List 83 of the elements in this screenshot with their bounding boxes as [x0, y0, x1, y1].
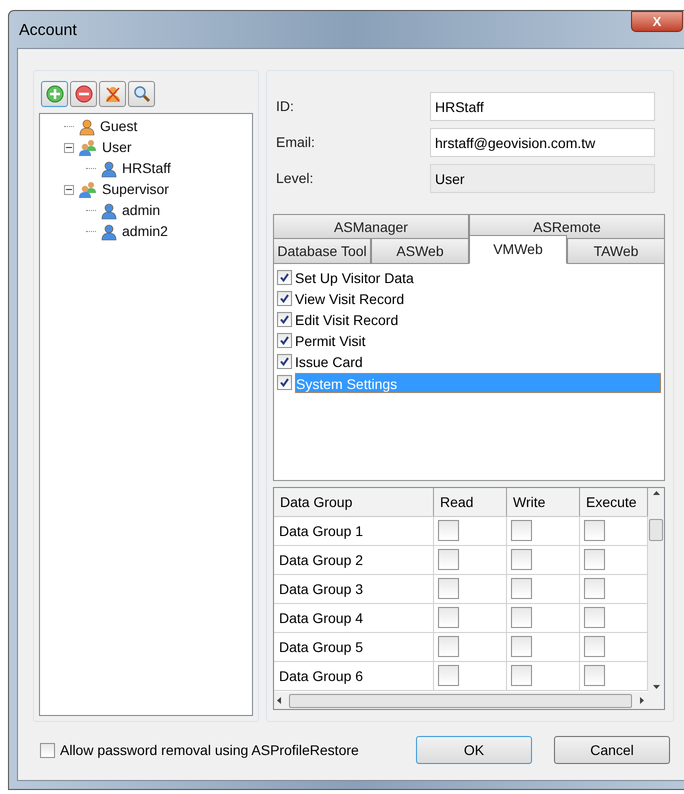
checkbox[interactable]: [277, 375, 292, 390]
permission-item[interactable]: Issue Card: [295, 352, 661, 372]
tree-item[interactable]: User: [102, 137, 132, 158]
tree-item[interactable]: Supervisor: [102, 179, 169, 200]
dialog-button[interactable]: OK: [416, 736, 532, 764]
remove-button[interactable]: [70, 81, 97, 107]
column-header: Data Group: [274, 488, 434, 516]
collapse-toggle[interactable]: [64, 184, 74, 194]
tab[interactable]: ASManager: [273, 214, 469, 240]
collapse-toggle[interactable]: [64, 142, 74, 152]
checkbox[interactable]: [277, 333, 292, 348]
checkbox[interactable]: [584, 578, 605, 599]
checkbox[interactable]: [511, 578, 532, 599]
checkbox[interactable]: [438, 636, 459, 657]
tree-item[interactable]: admin: [122, 200, 160, 221]
person-icon: [100, 160, 118, 178]
add-button[interactable]: [41, 81, 68, 107]
scroll-thumb[interactable]: [289, 694, 632, 708]
tab[interactable]: TAWeb: [567, 238, 665, 264]
delete-user-button[interactable]: [99, 81, 126, 107]
text-field[interactable]: HRStaff: [430, 92, 655, 121]
field-label: Email:: [276, 133, 315, 152]
text-field[interactable]: hrstaff@geovision.com.tw: [430, 128, 655, 157]
scroll-left-icon[interactable]: [277, 697, 281, 704]
search-button[interactable]: [128, 81, 155, 107]
table-cell: Data Group 2: [274, 546, 434, 574]
minus-icon: [74, 85, 92, 103]
field-label: ID:: [276, 97, 294, 116]
vertical-scrollbar[interactable]: [648, 488, 664, 692]
checkbox[interactable]: [584, 636, 605, 657]
person-icon: [100, 202, 118, 220]
checkbox[interactable]: [438, 665, 459, 686]
window-title: Account: [19, 21, 77, 41]
permission-item[interactable]: View Visit Record: [295, 288, 661, 308]
checkbox[interactable]: [584, 520, 605, 541]
permission-item[interactable]: Set Up Visitor Data: [295, 268, 661, 288]
person-icon: [78, 118, 96, 136]
horizontal-scrollbar[interactable]: [274, 692, 664, 709]
scroll-up-icon[interactable]: [652, 491, 660, 495]
checkbox[interactable]: [438, 578, 459, 599]
scroll-right-icon[interactable]: [640, 697, 644, 704]
checkbox-label[interactable]: Allow password removal using ASProfileRestore: [60, 740, 359, 760]
table-cell: Data Group 1: [274, 517, 434, 545]
tab[interactable]: Database Tool: [273, 238, 371, 264]
checkbox[interactable]: [511, 636, 532, 657]
column-header: Read: [434, 488, 507, 516]
checkbox[interactable]: [584, 549, 605, 570]
checkbox[interactable]: [511, 520, 532, 541]
tree-item[interactable]: admin2: [122, 221, 168, 242]
column-header: Write: [507, 488, 580, 516]
table-cell: Data Group 4: [274, 604, 434, 632]
scroll-thumb[interactable]: [649, 519, 663, 541]
people-icon: [78, 180, 98, 198]
checkbox[interactable]: [584, 665, 605, 686]
search-icon: [132, 85, 150, 103]
checkbox[interactable]: [438, 607, 459, 628]
checkbox[interactable]: [277, 291, 292, 306]
checkbox[interactable]: [438, 549, 459, 570]
checkbox[interactable]: [277, 312, 292, 327]
checkbox[interactable]: [40, 742, 55, 758]
permission-item[interactable]: Edit Visit Record: [295, 310, 661, 330]
checkbox[interactable]: [277, 354, 292, 369]
checkbox[interactable]: [438, 520, 459, 541]
tree-item[interactable]: HRStaff: [122, 158, 171, 179]
checkbox[interactable]: [511, 549, 532, 570]
person-icon: [100, 222, 118, 240]
table-cell: Data Group 3: [274, 575, 434, 603]
permission-item[interactable]: Permit Visit: [295, 330, 661, 350]
checkbox[interactable]: [511, 607, 532, 628]
table-cell: Data Group 6: [274, 662, 434, 690]
dialog-button[interactable]: Cancel: [554, 736, 670, 764]
tree-item[interactable]: Guest: [100, 116, 138, 137]
checkbox[interactable]: [511, 665, 532, 686]
scroll-down-icon[interactable]: [652, 685, 660, 689]
person-cross-icon: [104, 85, 122, 103]
plus-icon: [46, 85, 64, 103]
field-label: Level:: [276, 169, 314, 188]
people-icon: [78, 138, 98, 156]
checkbox[interactable]: [584, 607, 605, 628]
tab[interactable]: VMWeb: [469, 235, 567, 264]
table-cell: Data Group 5: [274, 633, 434, 661]
checkbox[interactable]: [277, 270, 292, 285]
tab[interactable]: ASWeb: [371, 238, 469, 264]
